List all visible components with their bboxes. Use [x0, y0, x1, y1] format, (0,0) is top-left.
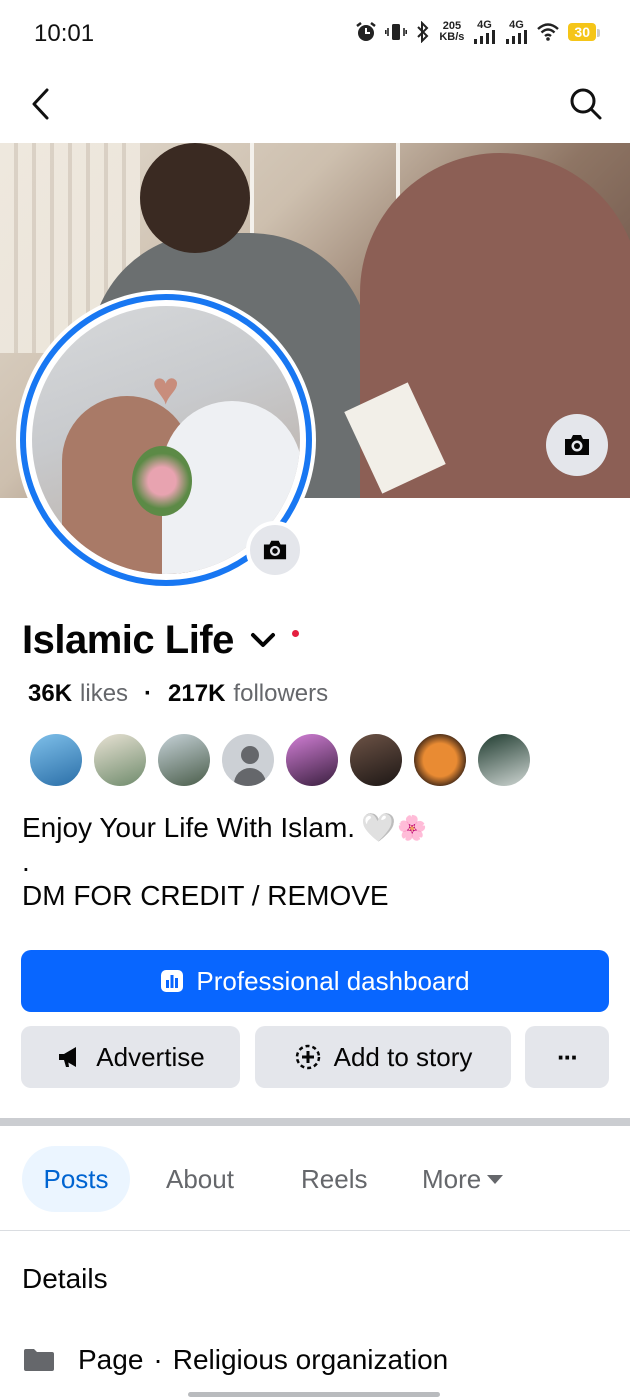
network-speed-unit: KB/s [439, 31, 465, 43]
net-type-2: 4G [509, 19, 524, 31]
status-icons: 205 KB/s 4G 4G 30 [355, 20, 600, 44]
stats-separator: · [144, 680, 153, 707]
section-divider [0, 1118, 630, 1126]
bio-text: Enjoy Your Life With Islam. [22, 812, 356, 843]
caret-down-icon [487, 1174, 504, 1184]
follower-avatar[interactable] [156, 732, 212, 788]
tabs-divider [0, 1230, 630, 1231]
camera-icon [565, 435, 589, 455]
follower-avatar[interactable] [412, 732, 468, 788]
tab-posts[interactable]: Posts [22, 1146, 130, 1212]
chevron-left-icon [32, 88, 49, 120]
cherry-blossom-emoji: 🌸 [397, 814, 427, 842]
follower-avatars [28, 732, 532, 788]
follower-avatar[interactable] [476, 732, 532, 788]
followers-count[interactable]: 217K [168, 680, 225, 708]
likes-count[interactable]: 36K [28, 680, 72, 708]
wifi-icon [536, 22, 560, 42]
edit-profile-picture-button[interactable] [246, 521, 304, 579]
megaphone-icon [59, 1047, 77, 1067]
page-name: Islamic Life [22, 618, 234, 662]
camera-icon [263, 540, 287, 560]
page-stats: 36K likes · 217K followers [28, 680, 328, 708]
bio-line-1: Enjoy Your Life With Islam. 🤍 🌸 [22, 812, 427, 844]
bio-line-2: DM FOR CREDIT / REMOVE [22, 880, 389, 911]
likes-label: likes [80, 680, 129, 707]
vibrate-icon [385, 22, 408, 42]
add-to-story-button[interactable]: Add to story [255, 1026, 511, 1088]
back-button[interactable] [24, 84, 60, 124]
follower-avatar[interactable] [348, 732, 404, 788]
white-heart-emoji: 🤍 [361, 812, 397, 843]
dashboard-chart-icon [161, 970, 184, 992]
tab-reels[interactable]: Reels [301, 1146, 367, 1212]
battery-indicator: 30 [568, 23, 600, 41]
edit-cover-photo-button[interactable] [546, 414, 608, 476]
page-label: Page [78, 1344, 144, 1375]
search-icon [570, 88, 602, 120]
advertise-label: Advertise [96, 1041, 205, 1072]
follower-avatar[interactable] [284, 732, 340, 788]
follower-avatar[interactable] [92, 732, 148, 788]
chevron-down-icon[interactable] [248, 626, 278, 656]
add-to-story-label: Add to story [333, 1041, 473, 1072]
page-flag-icon [24, 1349, 54, 1371]
search-button[interactable] [568, 86, 604, 122]
tab-more[interactable]: More [422, 1146, 504, 1212]
detail-row-page-category: Page · Religious organization [22, 1344, 448, 1376]
profile-tabs: Posts About Reels More [0, 1146, 630, 1212]
page-category: Religious organization [172, 1344, 449, 1375]
signal-icon-1: 4G [472, 20, 496, 44]
notification-dot [291, 630, 299, 637]
net-type-1: 4G [477, 19, 492, 31]
follower-avatar[interactable] [28, 732, 84, 788]
page-name-row: Islamic Life [22, 618, 299, 663]
advertise-button[interactable]: Advertise [21, 1026, 240, 1088]
top-navigation [0, 70, 630, 140]
action-buttons-row: Advertise Add to story ··· [21, 1026, 609, 1088]
followers-label: followers [233, 680, 329, 707]
tab-about[interactable]: About [166, 1146, 234, 1212]
bio-dot: . [22, 846, 30, 877]
home-indicator[interactable] [188, 1392, 440, 1397]
professional-dashboard-button[interactable]: Professional dashboard [21, 950, 609, 1012]
signal-icon-2: 4G [504, 20, 528, 44]
more-options-label: ··· [557, 1041, 579, 1072]
avatar-heart-hands: ♥ [152, 362, 180, 414]
status-bar: 10:01 205 KB/s 4G 4G 30 [0, 0, 630, 66]
status-time: 10:01 [34, 20, 95, 47]
network-speed: 205 KB/s [439, 21, 464, 43]
bluetooth-icon [415, 21, 431, 43]
more-options-button[interactable]: ··· [525, 1026, 609, 1088]
cover-man-head [140, 143, 250, 253]
professional-dashboard-label: Professional dashboard [196, 965, 470, 996]
avatar-flowers [132, 446, 192, 516]
detail-separator: · [153, 1344, 163, 1375]
follower-avatar-placeholder[interactable] [220, 732, 276, 788]
alarm-icon [355, 21, 377, 43]
details-heading: Details [22, 1263, 108, 1294]
tab-more-label: More [422, 1163, 482, 1194]
add-story-icon [295, 1044, 320, 1070]
